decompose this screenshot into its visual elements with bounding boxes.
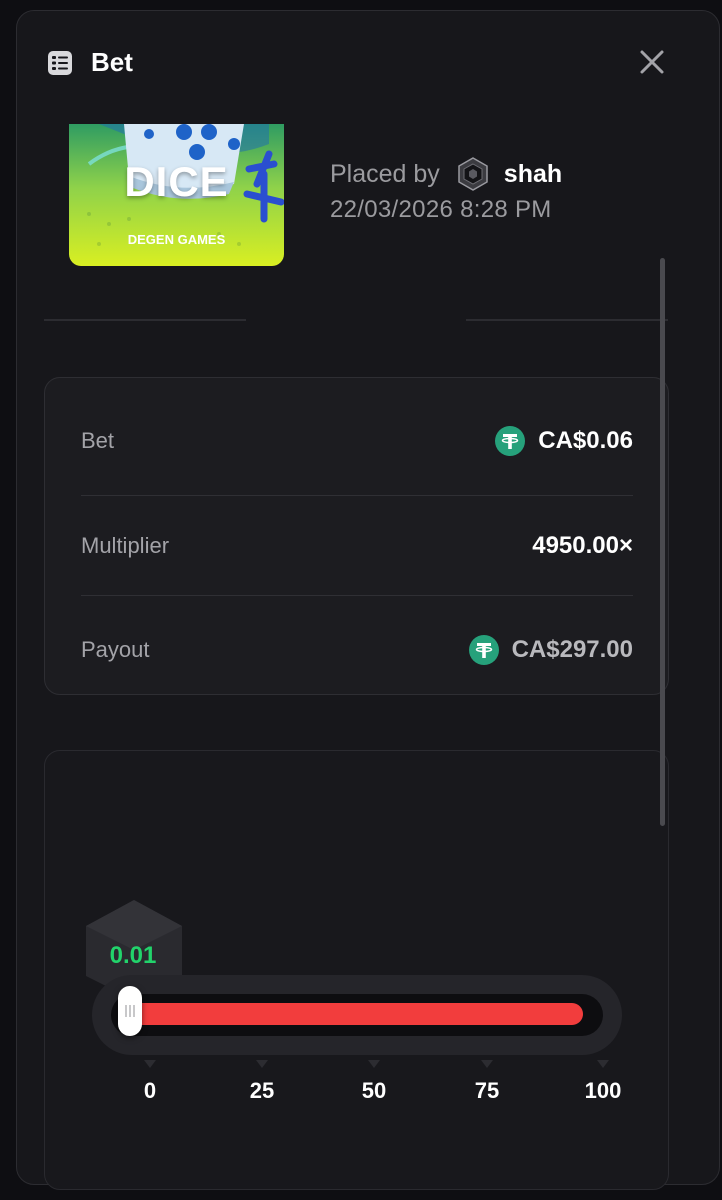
- payout-row: Payout CA$297.00: [81, 625, 633, 675]
- bet-label: Bet: [81, 428, 115, 453]
- tick-mark: [597, 1060, 609, 1068]
- divider-left: [44, 319, 246, 321]
- tick-mark: [481, 1060, 493, 1068]
- multiplier-label: Multiplier: [81, 533, 170, 558]
- divider-right: [466, 319, 668, 321]
- game-thumbnail[interactable]: DICE DEGEN GAMES: [69, 124, 284, 266]
- multiplier-row: Multiplier 4950.00×: [81, 521, 633, 571]
- placed-by-label: Placed by: [330, 159, 440, 188]
- roll-result: 0.01: [109, 942, 157, 969]
- row-divider: [81, 495, 633, 496]
- tick-label-50: 50: [361, 1078, 387, 1103]
- slider-lose-range: [125, 1003, 583, 1025]
- tick-mark: [144, 1060, 156, 1068]
- avatar-icon[interactable]: [456, 157, 490, 191]
- tether-icon: [495, 426, 526, 456]
- tick-mark: [256, 1060, 268, 1068]
- bet-timestamp: 22/03/2026 8:28 PM: [330, 196, 552, 223]
- slider-handle[interactable]: [118, 986, 142, 1036]
- thumbnail-title: DICE: [124, 158, 229, 205]
- tick-mark: [368, 1060, 380, 1068]
- payout-label: Payout: [81, 637, 150, 662]
- tick-label-100: 100: [584, 1078, 622, 1103]
- modal-title: Bet: [91, 47, 133, 77]
- payout-value: CA$297.00: [511, 636, 633, 663]
- bet-details-card: Bet CA$0.06 Multiplier 4950.00× Payout C…: [44, 377, 669, 695]
- bet-value: CA$0.06: [538, 427, 633, 454]
- grip-icon: [125, 1005, 135, 1017]
- scrollbar[interactable]: [660, 258, 665, 826]
- bet-row: Bet CA$0.06: [81, 416, 633, 466]
- tick-label-25: 25: [249, 1078, 275, 1103]
- row-divider: [81, 595, 633, 596]
- thumbnail-subtitle: DEGEN GAMES: [127, 232, 226, 247]
- ticket-icon: [48, 51, 72, 75]
- tick-label-0: 0: [143, 1078, 157, 1103]
- bet-amount: CA$0.06: [495, 416, 633, 466]
- close-icon[interactable]: [636, 46, 668, 78]
- payout-amount: CA$297.00: [468, 625, 633, 675]
- placed-by-line: Placed by shah: [330, 156, 562, 192]
- multiplier-value: 4950.00×: [532, 532, 633, 559]
- tether-icon: [468, 635, 499, 665]
- user-name[interactable]: shah: [504, 160, 562, 189]
- tick-label-75: 75: [474, 1078, 500, 1103]
